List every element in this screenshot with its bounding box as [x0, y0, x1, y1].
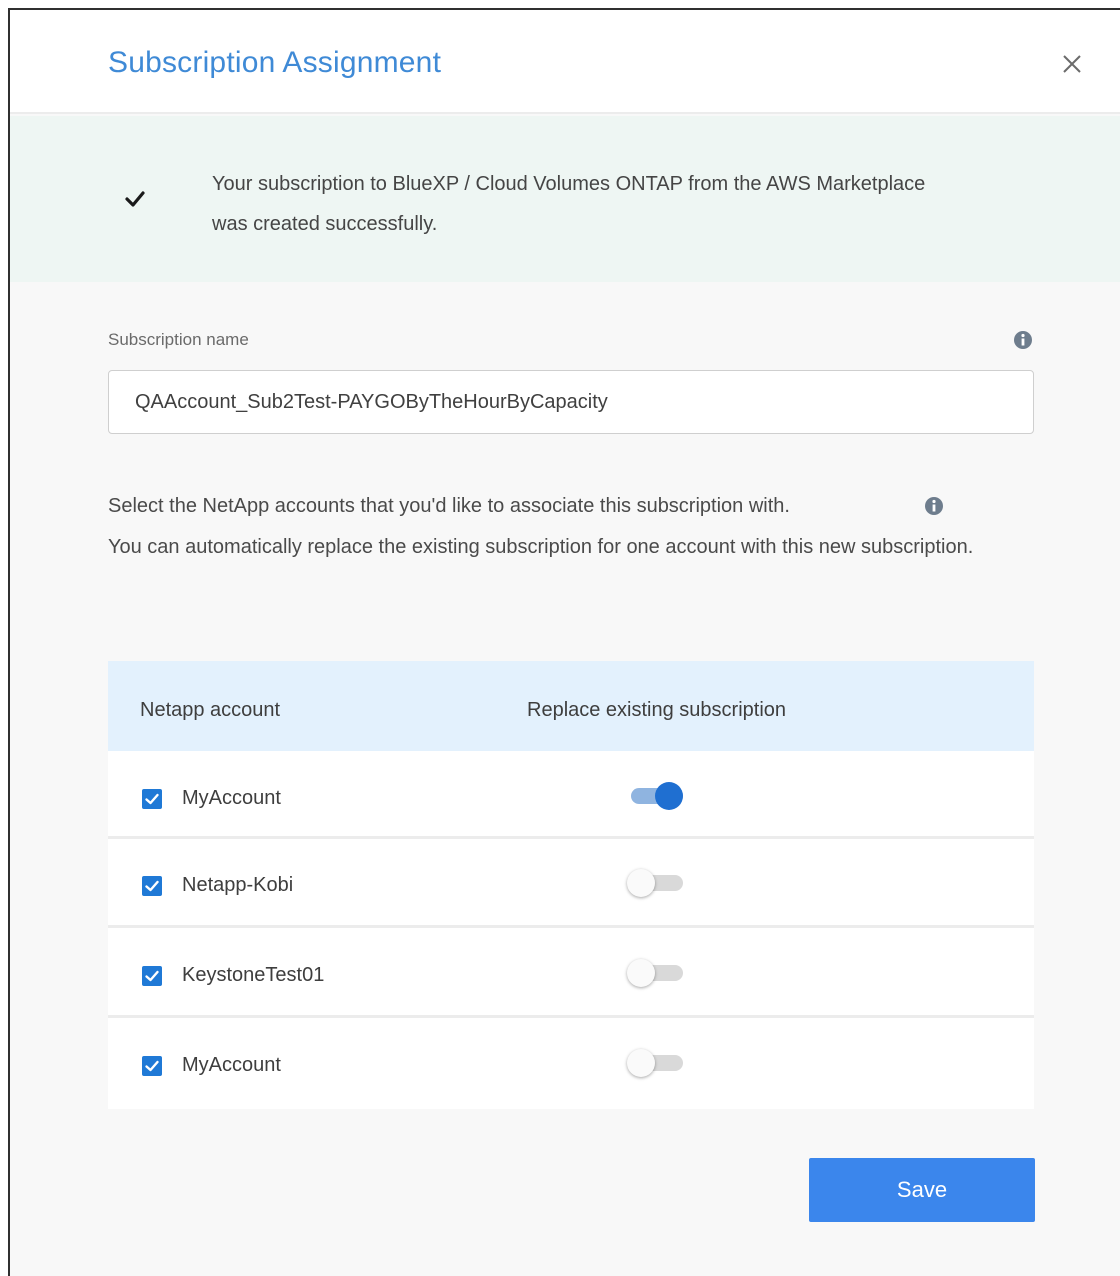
table-header: Netapp account Replace existing subscrip… — [108, 661, 1034, 751]
close-button[interactable] — [1058, 50, 1086, 78]
info-icon[interactable] — [1013, 330, 1033, 350]
account-checkbox[interactable] — [142, 876, 162, 896]
column-header-replace: Replace existing subscription — [527, 699, 787, 721]
dialog-title: Subscription Assignment — [108, 46, 442, 79]
info-icon[interactable] — [924, 496, 944, 516]
success-banner: Your subscription to BlueXP / Cloud Volu… — [10, 116, 1120, 282]
subscription-name-input[interactable] — [108, 370, 1034, 434]
table-row: Netapp-Kobi — [108, 840, 1034, 928]
description-line-2: You can automatically replace the existi… — [108, 536, 974, 558]
checkbox-checked-icon — [145, 793, 159, 805]
toggle-knob — [627, 869, 655, 897]
toggle-knob — [655, 782, 683, 810]
dialog-header: Subscription Assignment — [10, 10, 1120, 114]
account-checkbox[interactable] — [142, 966, 162, 986]
account-checkbox[interactable] — [142, 789, 162, 809]
checkmark-icon — [125, 191, 145, 207]
replace-subscription-toggle[interactable] — [627, 1046, 685, 1078]
table-row: MyAccount — [108, 1020, 1034, 1108]
column-header-account: Netapp account — [140, 699, 281, 721]
accounts-description: Select the NetApp accounts that you'd li… — [108, 486, 988, 568]
close-icon — [1063, 55, 1081, 73]
checkbox-checked-icon — [145, 880, 159, 892]
subscription-name-label: Subscription name — [108, 330, 249, 349]
toggle-knob — [627, 959, 655, 987]
subscription-assignment-dialog: Subscription Assignment Your subscriptio… — [8, 8, 1120, 1276]
account-name: MyAccount — [182, 787, 281, 809]
table-row: KeystoneTest01 — [108, 930, 1034, 1018]
accounts-table: Netapp account Replace existing subscrip… — [108, 661, 1034, 1109]
account-name: KeystoneTest01 — [182, 964, 325, 986]
save-button[interactable]: Save — [809, 1158, 1035, 1222]
replace-subscription-toggle[interactable] — [627, 866, 685, 898]
description-line-1: Select the NetApp accounts that you'd li… — [108, 495, 790, 517]
account-name: Netapp-Kobi — [182, 874, 294, 896]
checkbox-checked-icon — [145, 1060, 159, 1072]
success-message: Your subscription to BlueXP / Cloud Volu… — [212, 173, 926, 235]
replace-subscription-toggle[interactable] — [627, 956, 685, 988]
toggle-knob — [627, 1049, 655, 1077]
table-row: MyAccount — [108, 751, 1034, 839]
checkbox-checked-icon — [145, 970, 159, 982]
account-checkbox[interactable] — [142, 1056, 162, 1076]
account-name: MyAccount — [182, 1054, 281, 1076]
replace-subscription-toggle[interactable] — [627, 779, 685, 811]
